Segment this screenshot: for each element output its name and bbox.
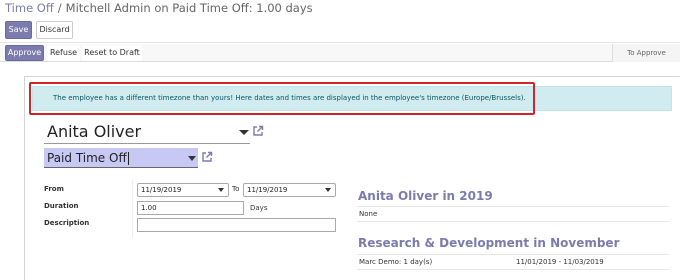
to-date-dropdown-icon	[325, 188, 331, 192]
refuse-button[interactable]: Refuse	[47, 45, 80, 61]
employee-value: Anita Oliver	[47, 122, 142, 141]
to-label: To	[232, 185, 240, 193]
from-date-dropdown-icon	[218, 188, 224, 192]
external-link-icon[interactable]	[252, 125, 264, 137]
discard-button[interactable]: Discard	[36, 21, 73, 39]
duration-input[interactable]: 1.00	[137, 201, 244, 215]
from-label: From	[44, 185, 64, 193]
employee-dropdown-icon[interactable]	[239, 130, 249, 135]
section-divider	[357, 254, 669, 255]
stage-to-approve[interactable]: To Approve	[612, 44, 680, 62]
duration-label: Duration	[44, 202, 79, 210]
breadcrumb: Time Off / Mitchell Admin on Paid Time Off…	[5, 1, 313, 15]
department-leave-dates: 11/01/2019 - 11/03/2019	[516, 258, 604, 266]
department-month-title: Research & Development in November	[358, 236, 620, 250]
save-button[interactable]: Save	[5, 21, 32, 39]
duration-unit: Days	[250, 204, 268, 212]
approve-button[interactable]: Approve	[5, 45, 44, 61]
leave-type-value: Paid Time Off	[47, 151, 127, 165]
section-divider	[357, 206, 669, 207]
description-label: Description	[44, 219, 90, 227]
leave-type-dropdown-icon[interactable]	[188, 156, 196, 161]
duration-value: 1.00	[141, 204, 157, 212]
external-link-icon[interactable]	[201, 151, 213, 163]
breadcrumb-current: Mitchell Admin on Paid Time Off: 1.00 da…	[65, 1, 313, 15]
text-cursor	[127, 152, 129, 165]
alert-highlight-box	[29, 82, 535, 115]
leave-type-field[interactable]: Paid Time Off	[44, 148, 198, 168]
from-date-value: 11/19/2019	[141, 186, 182, 194]
label-divider	[132, 180, 133, 238]
employee-year-summary: None	[359, 210, 378, 218]
to-date-value: 11/19/2019	[247, 186, 288, 194]
description-input[interactable]	[137, 218, 336, 232]
breadcrumb-parent-link[interactable]: Time Off	[5, 1, 54, 15]
employee-year-title: Anita Oliver in 2019	[358, 189, 493, 203]
toolbar-divider	[0, 42, 680, 43]
section-divider	[357, 269, 669, 270]
to-date-select[interactable]: 11/19/2019	[243, 183, 336, 197]
reset-to-draft-button[interactable]: Reset to Draft	[82, 45, 142, 61]
breadcrumb-separator: /	[57, 1, 62, 15]
department-leave-name: Marc Demo: 1 day(s)	[359, 258, 433, 266]
from-date-select[interactable]: 11/19/2019	[137, 183, 229, 197]
employee-field[interactable]: Anita Oliver	[44, 120, 250, 144]
section-divider	[357, 221, 669, 222]
